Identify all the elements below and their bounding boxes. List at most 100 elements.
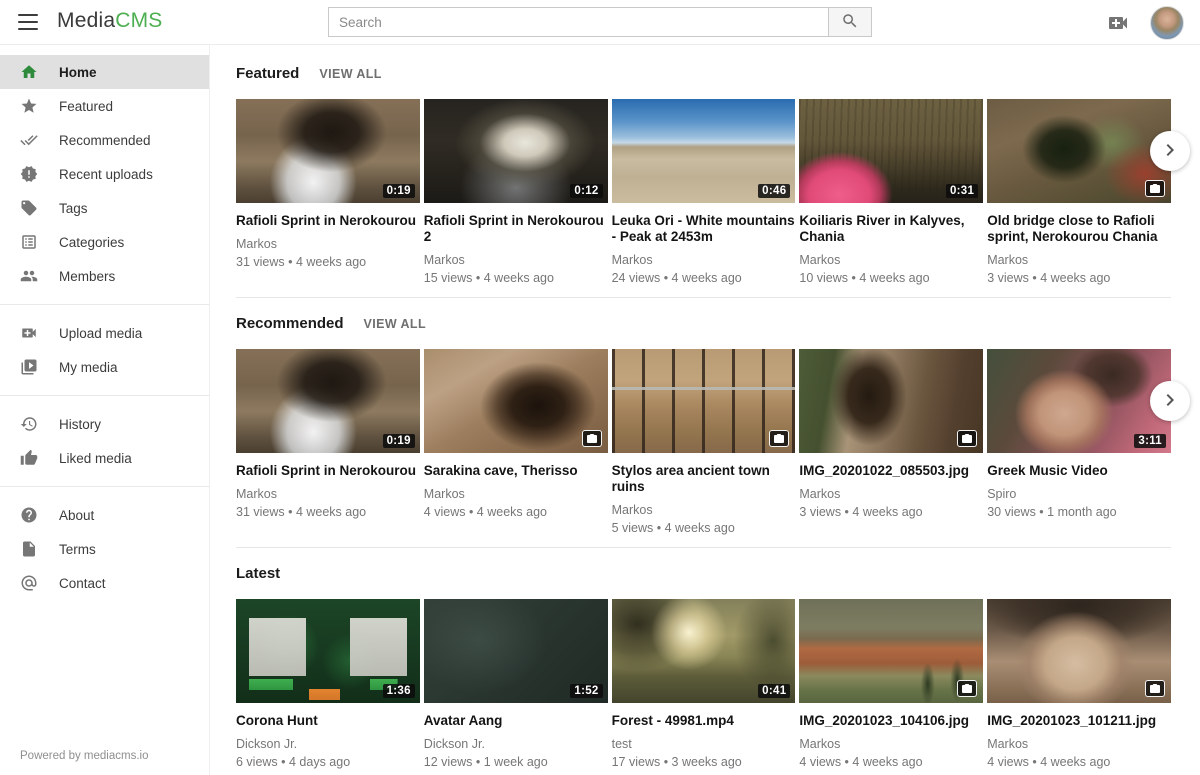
media-card[interactable]: Stylos area ancient town ruinsMarkos5 vi… (612, 349, 796, 535)
media-card[interactable]: 0:31 Koiliaris River in Kalyves, Chania Ma… (799, 99, 983, 285)
search-input[interactable] (328, 7, 828, 37)
media-author[interactable]: Spiro (987, 487, 1171, 501)
media-author[interactable]: Markos (799, 487, 983, 501)
carousel-next-button[interactable] (1150, 381, 1190, 421)
media-card[interactable]: 1:36 Corona Hunt Dickson Jr. 6 views • 4 da… (236, 599, 420, 769)
media-meta: 6 views • 4 days ago (236, 755, 420, 769)
media-author[interactable]: test (612, 737, 796, 751)
media-card[interactable]: IMG_20201023_101211.jpgMarkos4 views • 4… (987, 599, 1171, 769)
media-thumbnail[interactable] (987, 599, 1171, 703)
media-card[interactable]: Sarakina cave, TherissoMarkos4 views • 4… (424, 349, 608, 535)
media-title[interactable]: IMG_20201023_101211.jpg (987, 713, 1171, 729)
camera-icon (957, 680, 977, 697)
sidebar-item-label: Recommended (59, 133, 151, 148)
media-card[interactable]: 0:19Rafioli Sprint in NerokourouMarkos31… (236, 99, 420, 285)
media-card[interactable]: IMG_20201023_104106.jpg Markos 4 views • 4… (799, 599, 983, 769)
media-title[interactable]: IMG_20201022_085503.jpg (799, 463, 983, 479)
media-author[interactable]: Markos (424, 487, 608, 501)
media-title[interactable]: Sarakina cave, Therisso (424, 463, 608, 479)
media-thumbnail[interactable]: 0:19 (236, 99, 420, 203)
media-meta: 3 views • 4 weeks ago (987, 271, 1171, 285)
sidebar-item-categories[interactable]: Categories (0, 225, 209, 259)
media-author[interactable]: Markos (236, 487, 420, 501)
upload-media-button[interactable] (1106, 11, 1130, 35)
media-card[interactable]: Old bridge close to Rafioli sprint, Nero… (987, 99, 1171, 285)
media-card[interactable]: 0:46 Leuka Ori - White mountains - Peak a… (612, 99, 796, 285)
sidebar-item-label: Categories (59, 235, 124, 250)
sidebar-item-label: Home (59, 65, 97, 80)
menu-hamburger-icon[interactable] (18, 13, 38, 31)
media-title[interactable]: Corona Hunt (236, 713, 420, 729)
user-avatar[interactable] (1150, 6, 1184, 40)
powered-by-text[interactable]: Powered by mediacms.io (20, 750, 148, 762)
media-thumbnail[interactable]: 1:52 (424, 599, 608, 703)
section-divider (236, 297, 1171, 298)
cards-row: 1:36 Corona Hunt Dickson Jr. 6 views • 4 da… (236, 599, 1171, 769)
sidebar-item-liked-media[interactable]: Liked media (0, 441, 209, 475)
media-title[interactable]: Stylos area ancient town ruins (612, 463, 796, 495)
sidebar-item-recent-uploads[interactable]: Recent uploads (0, 157, 209, 191)
media-card[interactable]: 1:52Avatar AangDickson Jr.12 views • 1 w… (424, 599, 608, 769)
media-thumbnail[interactable]: 3:11 (987, 349, 1171, 453)
app-logo[interactable]: MediaCMS (57, 9, 162, 33)
media-card[interactable]: IMG_20201022_085503.jpg Markos 3 views • 4… (799, 349, 983, 535)
media-author[interactable]: Dickson Jr. (236, 737, 420, 751)
media-title[interactable]: Greek Music Video (987, 463, 1171, 479)
media-title[interactable]: IMG_20201023_104106.jpg (799, 713, 983, 729)
media-author[interactable]: Markos (987, 737, 1171, 751)
camera-icon (1145, 180, 1165, 197)
media-author[interactable]: Markos (799, 737, 983, 751)
media-author[interactable]: Markos (987, 253, 1171, 267)
media-title[interactable]: Koiliaris River in Kalyves, Chania (799, 213, 983, 245)
sidebar-item-contact[interactable]: Contact (0, 566, 209, 600)
media-title[interactable]: Rafioli Sprint in Nerokourou (236, 213, 420, 229)
sidebar-item-my-media[interactable]: My media (0, 350, 209, 384)
media-author[interactable]: Markos (236, 237, 420, 251)
media-author[interactable]: Dickson Jr. (424, 737, 608, 751)
media-title[interactable]: Forest - 49981.mp4 (612, 713, 796, 729)
sidebar-item-recommended[interactable]: Recommended (0, 123, 209, 157)
media-title[interactable]: Rafioli Sprint in Nerokourou (236, 463, 420, 479)
media-author[interactable]: Markos (612, 253, 796, 267)
sidebar-item-about[interactable]: About (0, 498, 209, 532)
media-card[interactable]: 0:12 Rafioli Sprint in Nerokourou 2 Markos… (424, 99, 608, 285)
media-meta: 3 views • 4 weeks ago (799, 505, 983, 519)
media-title[interactable]: Old bridge close to Rafioli sprint, Nero… (987, 213, 1171, 245)
sidebar-item-featured[interactable]: Featured (0, 89, 209, 123)
section-header: RecommendedVIEW ALL (236, 315, 1171, 332)
media-card[interactable]: 0:41Forest - 49981.mp4test17 views • 3 w… (612, 599, 796, 769)
media-title[interactable]: Rafioli Sprint in Nerokourou 2 (424, 213, 608, 245)
video-call-icon (1106, 23, 1130, 38)
media-author[interactable]: Markos (612, 503, 796, 517)
media-title[interactable]: Leuka Ori - White mountains - Peak at 24… (612, 213, 796, 245)
view-all-link[interactable]: VIEW ALL (364, 317, 426, 331)
media-card[interactable]: 3:11Greek Music VideoSpiro30 views • 1 m… (987, 349, 1171, 535)
sidebar-item-tags[interactable]: Tags (0, 191, 209, 225)
media-thumbnail[interactable] (799, 349, 983, 453)
sidebar-item-members[interactable]: Members (0, 259, 209, 293)
section-title: Latest (236, 565, 280, 582)
view-all-link[interactable]: VIEW ALL (319, 67, 381, 81)
media-card[interactable]: 0:19Rafioli Sprint in NerokourouMarkos31… (236, 349, 420, 535)
media-title[interactable]: Avatar Aang (424, 713, 608, 729)
sidebar-item-history[interactable]: History (0, 407, 209, 441)
carousel-next-button[interactable] (1150, 131, 1190, 171)
media-meta: 4 views • 4 weeks ago (799, 755, 983, 769)
sidebar-item-terms[interactable]: Terms (0, 532, 209, 566)
media-thumbnail[interactable] (612, 349, 796, 453)
media-author[interactable]: Markos (799, 253, 983, 267)
media-thumbnail[interactable]: 0:41 (612, 599, 796, 703)
media-thumbnail[interactable] (987, 99, 1171, 203)
media-thumbnail[interactable]: 0:31 (799, 99, 983, 203)
media-thumbnail[interactable] (799, 599, 983, 703)
media-thumbnail[interactable]: 0:19 (236, 349, 420, 453)
media-thumbnail[interactable]: 0:46 (612, 99, 796, 203)
sidebar-item-home[interactable]: Home (0, 55, 209, 89)
media-author[interactable]: Markos (424, 253, 608, 267)
sidebar-item-upload-media[interactable]: Upload media (0, 316, 209, 350)
media-thumbnail[interactable] (424, 349, 608, 453)
media-thumbnail[interactable]: 0:12 (424, 99, 608, 203)
media-thumbnail[interactable]: 1:36 (236, 599, 420, 703)
section-header: FeaturedVIEW ALL (236, 65, 1171, 82)
search-button[interactable] (828, 7, 872, 37)
